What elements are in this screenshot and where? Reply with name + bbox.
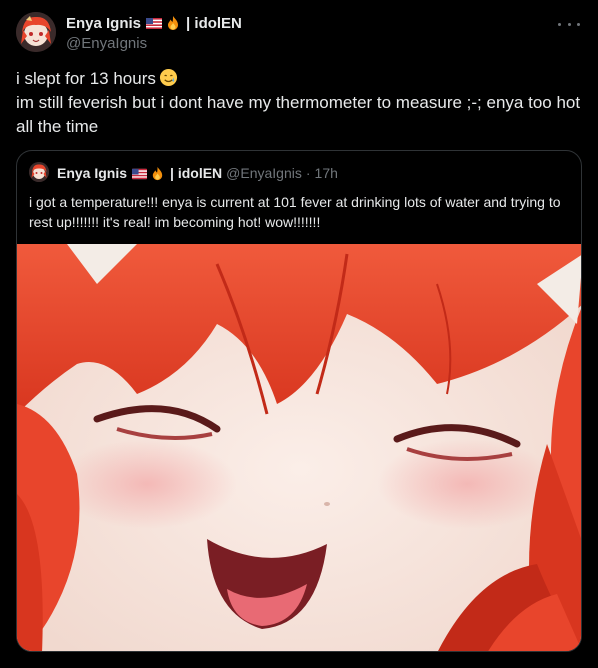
tweet-text-line-1: i slept for 13 hours bbox=[16, 69, 156, 88]
tweet-text-line-2: im still feverish but i dont have my the… bbox=[16, 93, 581, 136]
quoted-avatar-image bbox=[29, 162, 49, 182]
author-name-row[interactable]: Enya Ignis | idolEN bbox=[66, 13, 242, 33]
author-name-suffix[interactable]: | idolEN bbox=[186, 15, 242, 32]
fire-emoji bbox=[168, 16, 179, 30]
usa-flag-emoji bbox=[132, 168, 148, 179]
quoted-handle[interactable]: @EnyaIgnis bbox=[226, 165, 302, 181]
author-display-name[interactable]: Enya Ignis bbox=[66, 15, 141, 32]
tweet: Enya Ignis | idolEN @EnyaIgnis i slept f… bbox=[0, 0, 598, 668]
fire-emoji bbox=[152, 166, 163, 180]
avatar[interactable] bbox=[16, 12, 56, 52]
smiling-face-with-tear-emoji bbox=[159, 68, 177, 87]
quoted-avatar[interactable] bbox=[29, 162, 49, 182]
anime-girl-closeup-image[interactable] bbox=[17, 244, 581, 651]
avatar-image bbox=[16, 12, 56, 52]
more-horizontal-icon[interactable] bbox=[558, 14, 580, 34]
quoted-name-suffix[interactable]: | idolEN bbox=[170, 165, 222, 181]
usa-flag-emoji bbox=[146, 18, 163, 29]
quoted-tweet[interactable]: Enya Ignis | idolEN @EnyaIgnis · 17h i g… bbox=[16, 150, 582, 652]
quoted-separator: · bbox=[305, 165, 311, 181]
quoted-timestamp[interactable]: 17h bbox=[315, 165, 338, 181]
quoted-header: Enya Ignis | idolEN @EnyaIgnis · 17h bbox=[57, 163, 338, 183]
quoted-text: i got a temperature!!! enya is current a… bbox=[29, 194, 561, 230]
tweet-text: i slept for 13 hours im still feverish b… bbox=[16, 67, 582, 139]
author-handle[interactable]: @EnyaIgnis bbox=[66, 35, 147, 52]
quoted-display-name[interactable]: Enya Ignis bbox=[57, 165, 127, 181]
